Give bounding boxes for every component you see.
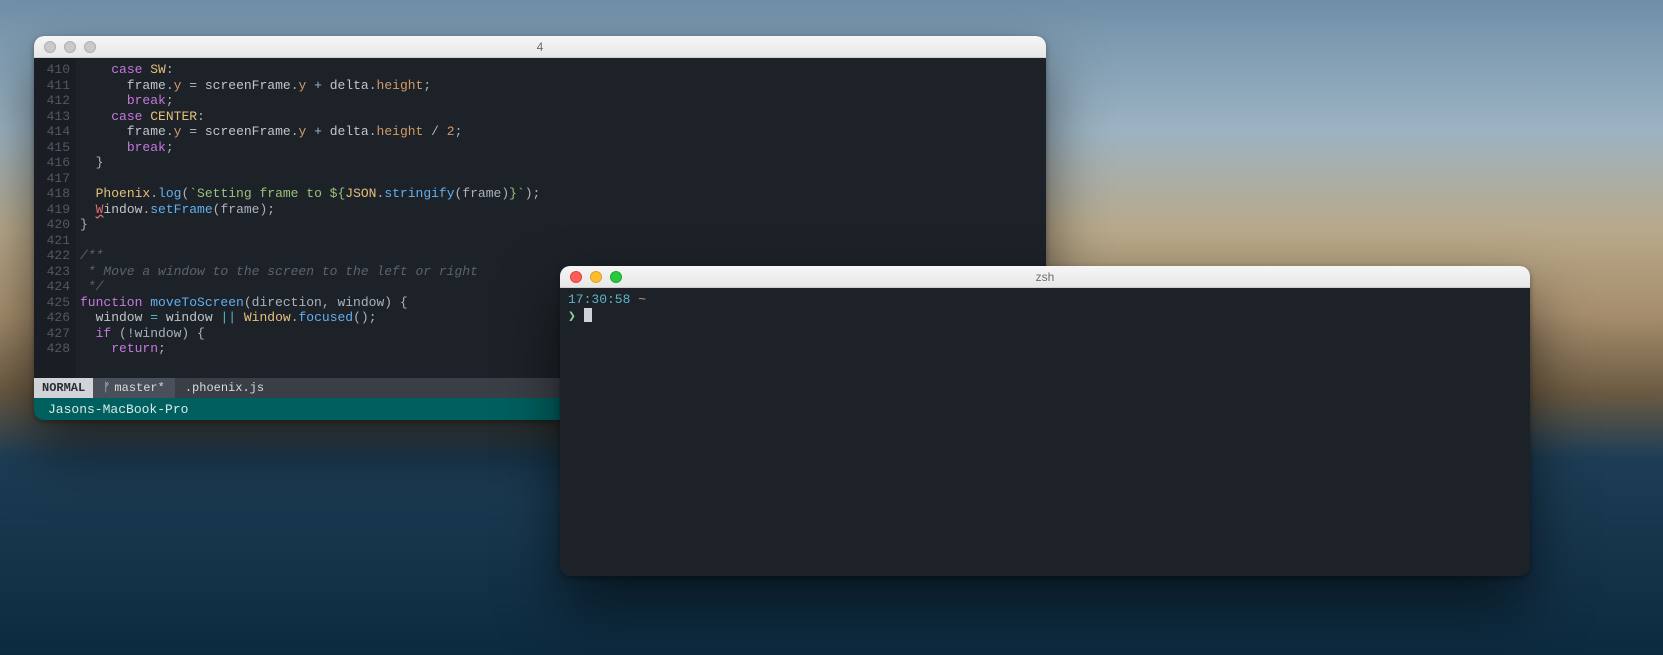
filename: .phoenix.js [175,381,274,395]
prompt-icon: ❯ [568,309,576,324]
tmux-session: Jasons-MacBook-Pro [42,402,188,417]
code-line[interactable] [80,171,1046,187]
code-line[interactable]: frame.y = screenFrame.y + delta.height /… [80,124,1046,140]
line-number: 423 [34,264,70,280]
branch-name: master* [114,381,164,395]
line-number: 425 [34,295,70,311]
line-number: 414 [34,124,70,140]
line-number: 413 [34,109,70,125]
code-line[interactable]: } [80,217,1046,233]
code-line[interactable]: frame.y = screenFrame.y + delta.height; [80,78,1046,94]
branch-icon: ᚠ [103,381,110,395]
code-line[interactable] [80,233,1046,249]
line-number: 424 [34,279,70,295]
code-line[interactable]: case SW: [80,62,1046,78]
zsh-header-line: 17:30:58 ~ [568,292,1522,308]
zsh-time: 17:30:58 [568,292,630,307]
line-number: 419 [34,202,70,218]
editor-titlebar[interactable]: 4 [34,36,1046,58]
zsh-prompt-line[interactable]: ❯ [568,308,1522,325]
zsh-window[interactable]: zsh 17:30:58 ~ ❯ [560,266,1530,576]
line-number: 420 [34,217,70,233]
vim-mode-badge: NORMAL [34,378,93,398]
line-number: 416 [34,155,70,171]
code-line[interactable]: break; [80,93,1046,109]
code-line[interactable]: } [80,155,1046,171]
line-number: 410 [34,62,70,78]
line-number: 421 [34,233,70,249]
line-number: 427 [34,326,70,342]
line-number: 426 [34,310,70,326]
zsh-window-title: zsh [560,270,1530,284]
git-branch-segment: ᚠ master* [93,378,175,398]
line-number: 412 [34,93,70,109]
cursor-icon [584,308,592,322]
code-line[interactable]: Phoenix.log(`Setting frame to ${JSON.str… [80,186,1046,202]
line-number: 422 [34,248,70,264]
line-number: 418 [34,186,70,202]
line-number-gutter: 4104114124134144154164174184194204214224… [34,58,76,378]
code-line[interactable]: Window.setFrame(frame); [80,202,1046,218]
line-number: 417 [34,171,70,187]
zsh-titlebar[interactable]: zsh [560,266,1530,288]
zsh-cwd: ~ [638,292,646,307]
code-line[interactable]: case CENTER: [80,109,1046,125]
tmux-session-name: Jasons-MacBook-Pro [48,402,188,417]
zsh-body[interactable]: 17:30:58 ~ ❯ [560,288,1530,329]
code-line[interactable]: /** [80,248,1046,264]
editor-window-title: 4 [34,40,1046,54]
code-line[interactable]: break; [80,140,1046,156]
line-number: 428 [34,341,70,357]
line-number: 415 [34,140,70,156]
line-number: 411 [34,78,70,94]
